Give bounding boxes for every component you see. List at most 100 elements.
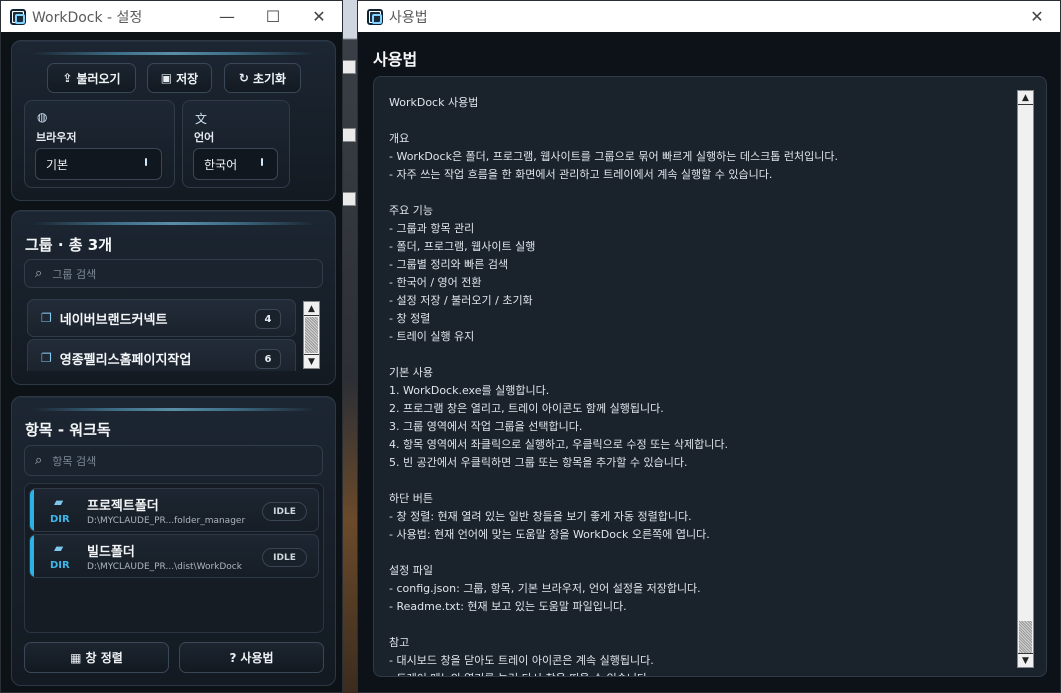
help-line: 기본 사용 (389, 366, 433, 379)
help-line: - 사용법: 현재 언어에 맞는 도움말 창을 WorkDock 오른쪽에 엽니… (389, 528, 710, 541)
arrange-windows-button[interactable]: ▦ 창 정렬 (24, 642, 169, 673)
item-type: DIR (50, 560, 70, 571)
help-line: - 창 정렬 (389, 312, 431, 325)
help-line (389, 346, 1009, 364)
folder-icon: ▰ (54, 541, 64, 555)
help-line: - 그룹과 항목 관리 (389, 222, 475, 235)
items-title: 항목 - 워크독 (25, 421, 111, 439)
items-panel: 항목 - 워크독 ⌕ 항목 검색 ▰ DIR 프로젝트폴더 D:\MYCLAUD… (11, 396, 336, 686)
panel-accent-line (32, 52, 315, 55)
help-line: - 설정 저장 / 불러오기 / 초기화 (389, 294, 533, 307)
folders-icon: ❐ (41, 351, 52, 365)
browser-label: 브라우저 (36, 131, 77, 144)
panel-accent-line (32, 222, 315, 225)
window-title: 사용법 (389, 9, 428, 26)
item-name: 프로젝트폴더 (87, 499, 159, 514)
help-line (389, 184, 1009, 202)
group-search-placeholder: 그룹 검색 (52, 267, 97, 281)
save-button[interactable]: ▣ 저장 (147, 63, 212, 93)
floppy-icon: ▣ (160, 71, 173, 85)
help-line: 5. 빈 공간에서 우클릭하면 그룹 또는 항목을 추가할 수 있습니다. (389, 456, 688, 469)
save-label: 저장 (176, 71, 199, 86)
help-line: - Readme.txt: 현재 보고 있는 도움말 파일입니다. (389, 600, 627, 613)
browser-card: ◍ 브라우저 기본 (24, 100, 175, 188)
folder-icon: ▰ (54, 495, 64, 509)
desktop-icon[interactable] (342, 192, 356, 206)
language-value: 한국어 (204, 157, 238, 172)
close-button[interactable]: ✕ (1014, 1, 1060, 32)
select-caret-icon (145, 158, 147, 166)
grid-icon: ▦ (70, 650, 82, 665)
help-line: 개요 (389, 132, 410, 145)
help-line: 2. 프로그램 창은 열리고, 트레이 아이콘도 함께 실행됩니다. (389, 402, 664, 415)
arrange-label: 창 정렬 (85, 651, 123, 665)
title-bar[interactable]: 사용법 ✕ (358, 1, 1060, 32)
groups-title: 그룹 · 총 3개 (25, 236, 113, 254)
group-count-badge: 4 (255, 309, 281, 329)
scrollbar-thumb[interactable] (1019, 621, 1032, 653)
browser-select[interactable]: 기본 (35, 148, 162, 180)
help-text-area[interactable]: WorkDock 사용법 개요 - WorkDock은 폴더, 프로그램, 웹사이트… (373, 76, 1047, 677)
groups-panel: 그룹 · 총 3개 ⌕ 그룹 검색 ❐ 네이버브랜드커넥트 4 ❐ 영종펠리스홈… (11, 210, 336, 385)
help-line (389, 616, 1009, 634)
scroll-up-arrow-icon[interactable]: ▲ (1018, 91, 1033, 105)
group-list-scrollbar[interactable]: ▲ ▼ (303, 301, 320, 369)
select-caret-icon (261, 158, 263, 166)
item-type: DIR (50, 514, 70, 525)
help-line: - config.json: 그룹, 항목, 기본 브라우저, 언어 설정을 저… (389, 582, 701, 595)
item-search-input[interactable]: ⌕ 항목 검색 (24, 445, 323, 476)
help-line: - 그룹별 정리와 빠른 검색 (389, 258, 509, 271)
group-name: 네이버브랜드커넥트 (59, 312, 168, 328)
status-badge: IDLE (262, 548, 307, 567)
help-line: - 트레이 메뉴의 열기를 눌러 다시 창을 띄울 수 있습니다. (389, 670, 1009, 676)
group-item[interactable]: ❐ 영종펠리스홈페이지작업 6 (27, 339, 296, 371)
language-select[interactable]: 한국어 (193, 148, 278, 180)
app-icon (10, 8, 26, 25)
scrollbar-thumb[interactable] (305, 317, 318, 353)
group-list: ❐ 네이버브랜드커넥트 4 ❐ 영종펠리스홈페이지작업 6 (24, 297, 320, 371)
help-line: - 자주 쓰는 작업 흐름을 한 화면에서 관리하고 트레이에서 계속 실행할 … (389, 168, 773, 181)
scroll-down-arrow-icon[interactable]: ▼ (1018, 653, 1033, 667)
item-path: D:\MYCLAUDE_PR...folder_manager (87, 516, 246, 526)
help-line: WorkDock 사용법 (389, 96, 479, 109)
help-line: - 한국어 / 영어 전환 (389, 276, 482, 289)
app-icon (367, 8, 383, 25)
help-circle-icon: ? (229, 650, 237, 665)
minimize-button[interactable]: — (204, 1, 250, 32)
help-line (389, 544, 1009, 562)
window-title: WorkDock - 설정 (32, 9, 143, 26)
search-icon: ⌕ (35, 453, 43, 468)
scroll-down-arrow-icon[interactable]: ▼ (304, 354, 319, 368)
help-line: - 창 정렬: 현재 열려 있는 일반 창들을 보기 좋게 자동 정렬합니다. (389, 510, 692, 523)
help-line: 설정 파일 (389, 564, 433, 577)
settings-window: WorkDock - 설정 — ☐ ✕ ⇪ 불러오기 ▣ 저장 ↻ 초기화 ◍ … (0, 0, 343, 693)
desktop-icon[interactable] (342, 60, 356, 74)
list-item[interactable]: ▰ DIR 빌드폴더 D:\MYCLAUDE_PR...\dist\WorkDo… (29, 534, 319, 578)
panel-accent-line (32, 408, 315, 411)
help-line: 주요 기능 (389, 204, 433, 217)
scroll-up-arrow-icon[interactable]: ▲ (304, 302, 319, 316)
refresh-icon: ↻ (238, 71, 249, 85)
help-scrollbar[interactable]: ▲ ▼ (1017, 90, 1034, 668)
item-accent-bar (30, 489, 34, 531)
group-search-input[interactable]: ⌕ 그룹 검색 (24, 259, 323, 288)
status-badge: IDLE (262, 502, 307, 521)
browser-value: 기본 (46, 157, 69, 172)
group-item[interactable]: ❐ 네이버브랜드커넥트 4 (27, 299, 296, 337)
item-name: 빌드폴더 (87, 545, 135, 560)
reset-button[interactable]: ↻ 초기화 (224, 63, 301, 93)
help-line: 3. 그룹 영역에서 작업 그룹을 선택합니다. (389, 420, 583, 433)
load-button[interactable]: ⇪ 불러오기 (47, 63, 136, 93)
title-bar[interactable]: WorkDock - 설정 — ☐ ✕ (1, 1, 342, 32)
desktop-icon[interactable] (342, 128, 356, 142)
upload-icon: ⇪ (62, 71, 73, 85)
load-label: 불러오기 (76, 71, 121, 86)
globe-icon: ◍ (37, 110, 48, 124)
translate-icon: 文 (195, 112, 208, 126)
help-button[interactable]: ? 사용법 (179, 642, 324, 673)
close-button[interactable]: ✕ (296, 1, 342, 32)
language-card: 文 언어 한국어 (182, 100, 290, 188)
page-title: 사용법 (373, 50, 418, 69)
list-item[interactable]: ▰ DIR 프로젝트폴더 D:\MYCLAUDE_PR...folder_man… (29, 488, 319, 532)
maximize-button[interactable]: ☐ (250, 1, 296, 32)
